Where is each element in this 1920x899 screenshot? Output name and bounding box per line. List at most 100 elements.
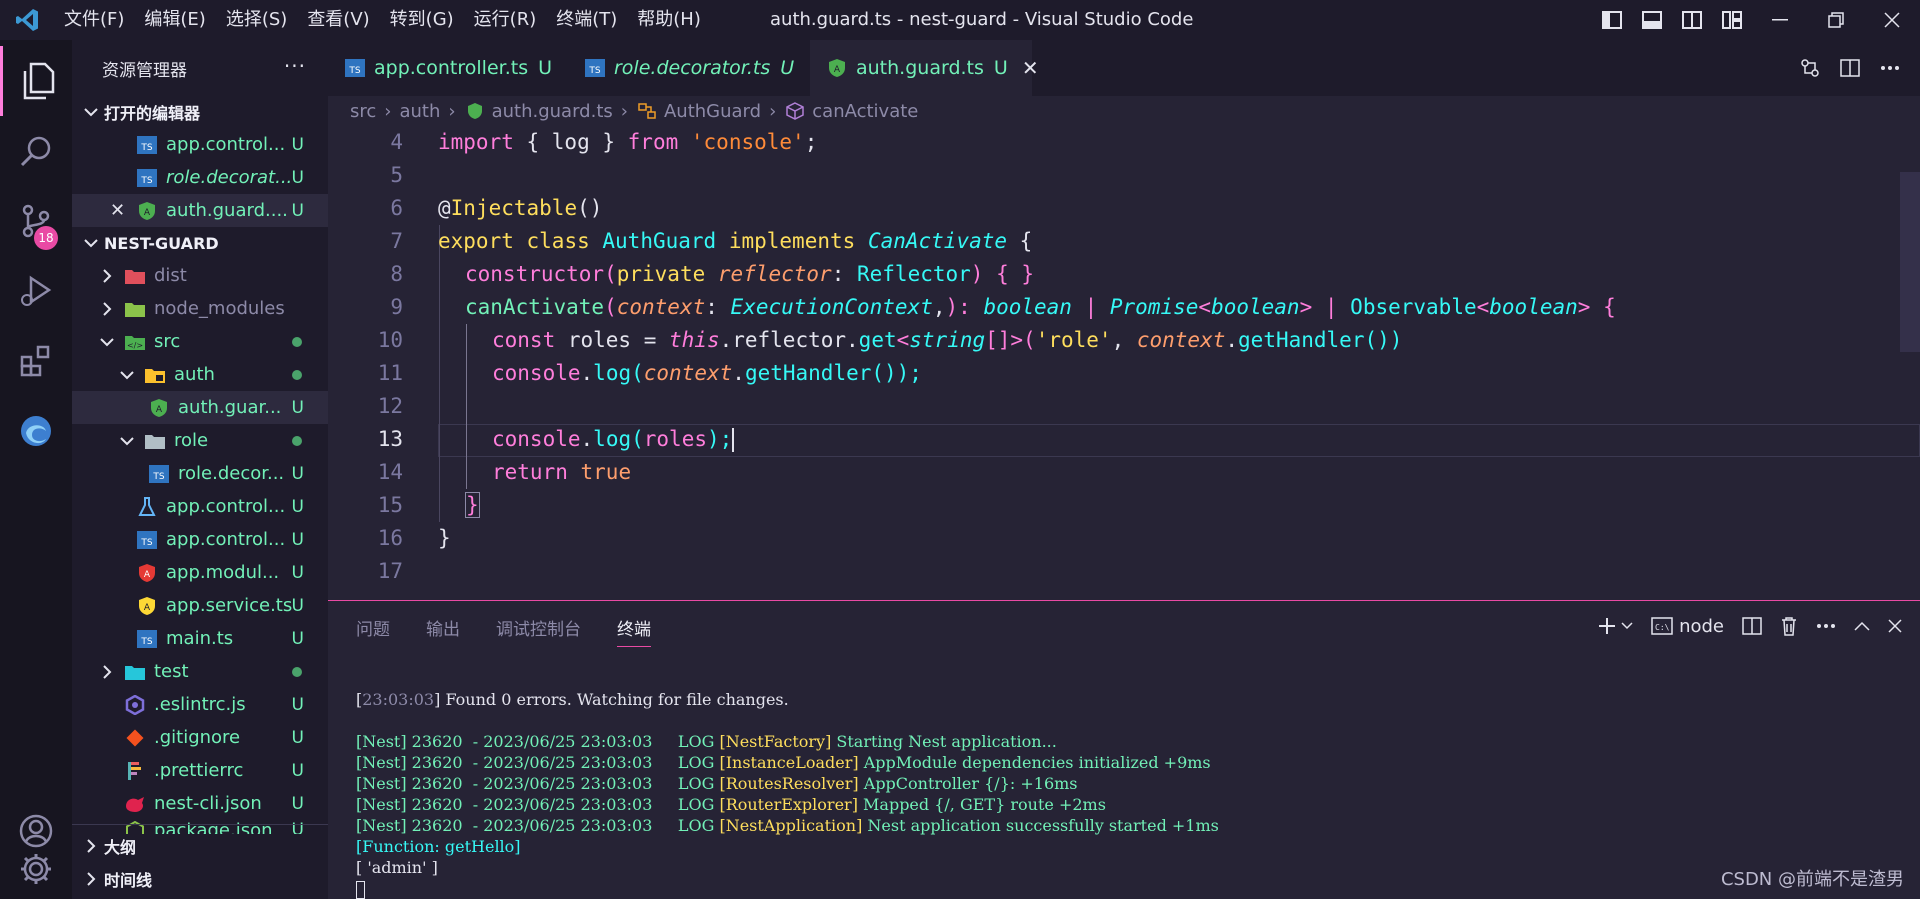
split-terminal-icon[interactable] xyxy=(1742,617,1762,635)
tree-file-app-controller[interactable]: TS app.control... U xyxy=(72,523,328,556)
terminal-line: [23:03:03] Found 0 errors. Watching for … xyxy=(356,690,789,709)
open-editor-item[interactable]: TS app.control... U xyxy=(72,128,328,161)
line-number: 8 xyxy=(390,262,403,286)
extensions-icon[interactable] xyxy=(0,326,72,396)
outline-section[interactable]: 大纲 xyxy=(72,830,328,862)
tree-file-app-controller-spec[interactable]: app.control... U xyxy=(72,490,328,523)
open-changes-icon[interactable] xyxy=(1790,48,1830,88)
tree-item-name: src xyxy=(154,331,181,352)
tree-file-app-module[interactable]: A app.modul... U xyxy=(72,556,328,589)
toggle-primary-sidebar-icon[interactable] xyxy=(1592,0,1632,40)
terminal-panel: 问题 输出 调试控制台 终端 C:\ node [23:03:03] Found… xyxy=(328,600,1920,899)
breadcrumb-method[interactable]: canActivate xyxy=(812,101,918,122)
menu-help[interactable]: 帮助(H) xyxy=(627,0,711,40)
customize-layout-icon[interactable] xyxy=(1712,0,1752,40)
tab-terminal[interactable]: 终端 xyxy=(617,615,651,647)
explorer-icon[interactable] xyxy=(0,46,72,116)
more-actions-icon[interactable] xyxy=(1870,48,1910,88)
title-bar: 文件(F) 编辑(E) 选择(S) 查看(V) 转到(G) 运行(R) 终端(T… xyxy=(0,0,1920,40)
tab-close-icon[interactable]: ✕ xyxy=(1022,56,1039,80)
tree-file-role-decorator[interactable]: TS role.decor... U xyxy=(72,457,328,490)
terminal-prompt xyxy=(356,878,1219,899)
chevron-down-icon[interactable] xyxy=(1621,622,1633,630)
git-status: U xyxy=(291,595,304,616)
menu-go[interactable]: 转到(G) xyxy=(380,0,464,40)
timeline-title: 时间线 xyxy=(104,871,153,890)
svg-text:TS: TS xyxy=(140,538,152,548)
tab-output[interactable]: 输出 xyxy=(426,615,460,647)
tree-file-nest-cli[interactable]: nest-cli.json U xyxy=(72,787,328,820)
breadcrumb-file[interactable]: auth.guard.ts xyxy=(492,101,613,122)
tab-problems[interactable]: 问题 xyxy=(356,615,390,647)
edge-devtools-icon[interactable] xyxy=(0,396,72,466)
open-editors-section[interactable]: 打开的编辑器 xyxy=(72,96,328,128)
maximize-panel-icon[interactable] xyxy=(1854,621,1870,631)
run-debug-icon[interactable] xyxy=(0,256,72,326)
menu-file[interactable]: 文件(F) xyxy=(54,0,134,40)
menu-run[interactable]: 运行(R) xyxy=(464,0,547,40)
menu-terminal[interactable]: 终端(T) xyxy=(546,0,627,40)
tab-status: U xyxy=(780,57,795,79)
explorer-more-actions[interactable]: ··· xyxy=(284,54,306,78)
more-panel-actions-icon[interactable] xyxy=(1816,623,1836,629)
tab-role-decorator[interactable]: TS role.decorator.ts U xyxy=(568,40,810,96)
new-terminal-icon[interactable] xyxy=(1597,616,1617,636)
menu-selection[interactable]: 选择(S) xyxy=(216,0,297,40)
kill-terminal-icon[interactable] xyxy=(1780,616,1798,636)
tree-folder-node-modules[interactable]: node_modules xyxy=(72,292,328,325)
git-status: U xyxy=(291,793,304,814)
timeline-section[interactable]: 时间线 xyxy=(72,863,328,895)
close-panel-icon[interactable] xyxy=(1888,619,1902,633)
editor-scrollbar[interactable] xyxy=(1900,172,1920,352)
tree-file-app-service[interactable]: A app.service.ts U xyxy=(72,589,328,622)
terminal-line: [Nest] 23620 - 2023/06/25 23:03:03 LOG [… xyxy=(356,753,1211,772)
tab-app-controller[interactable]: TS app.controller.ts U xyxy=(328,40,568,96)
tree-item-name: auth xyxy=(174,364,215,385)
source-control-icon[interactable]: 18 xyxy=(0,186,72,256)
tree-folder-test[interactable]: test xyxy=(72,655,328,688)
tree-file-prettierrc[interactable]: .prettierrc U xyxy=(72,754,328,787)
tree-item-name: role.decor... xyxy=(178,463,285,484)
project-section[interactable]: NEST-GUARD xyxy=(72,227,328,259)
minimize-icon[interactable] xyxy=(1752,0,1808,40)
menu-view[interactable]: 查看(V) xyxy=(297,0,379,40)
search-icon[interactable] xyxy=(0,116,72,186)
tab-debug-console[interactable]: 调试控制台 xyxy=(496,615,581,647)
panel-actions: C:\ node xyxy=(1579,611,1902,641)
menu-edit[interactable]: 编辑(E) xyxy=(134,0,215,40)
indent-guide xyxy=(439,225,440,522)
svg-text:TS: TS xyxy=(140,176,152,186)
breadcrumb-src[interactable]: src xyxy=(350,101,376,122)
tree-folder-src[interactable]: </> src xyxy=(72,325,328,358)
toggle-panel-icon[interactable] xyxy=(1632,0,1672,40)
code-editor[interactable]: 4 5 6 7 8 9 10 11 12 13 14 15 16 17 impo… xyxy=(328,126,1920,600)
module-file-icon: A xyxy=(136,562,158,584)
settings-gear-icon[interactable] xyxy=(0,834,72,899)
open-editor-item[interactable]: TS role.decorat... U xyxy=(72,161,328,194)
tree-file-auth-guard[interactable]: A auth.guar... U xyxy=(72,391,328,424)
tab-auth-guard[interactable]: A auth.guard.ts U ✕ xyxy=(810,40,1039,96)
code-line-13: console.log(roles); xyxy=(492,427,735,452)
svg-text:TS: TS xyxy=(140,637,152,647)
tree-item-name: app.service.ts xyxy=(166,595,293,616)
tree-folder-auth[interactable]: auth xyxy=(72,358,328,391)
breadcrumb-class[interactable]: AuthGuard xyxy=(664,101,761,122)
tree-file-eslintrc[interactable]: .eslintrc.js U xyxy=(72,688,328,721)
tree-item-name: app.modul... xyxy=(166,562,280,583)
restore-icon[interactable] xyxy=(1808,0,1864,40)
terminal-output[interactable]: [23:03:03] Found 0 errors. Watching for … xyxy=(356,689,1219,899)
terminal-instance[interactable]: C:\ node xyxy=(1651,616,1724,637)
split-editor-icon[interactable] xyxy=(1830,48,1870,88)
tree-folder-role[interactable]: role xyxy=(72,424,328,457)
close-window-icon[interactable] xyxy=(1864,0,1920,40)
toggle-secondary-sidebar-icon[interactable] xyxy=(1672,0,1712,40)
tree-file-gitignore[interactable]: .gitignore U xyxy=(72,721,328,754)
tree-folder-dist[interactable]: dist xyxy=(72,259,328,292)
git-file-icon xyxy=(124,727,146,749)
terminal-line-function: [Function: getHello] xyxy=(356,837,521,856)
tree-item-name: app.control... xyxy=(166,496,286,517)
close-editor-icon[interactable]: ✕ xyxy=(110,200,136,221)
breadcrumb-auth[interactable]: auth xyxy=(399,101,440,122)
open-editor-item-active[interactable]: ✕ A auth.guard.... U xyxy=(72,194,328,227)
tree-file-main[interactable]: TS main.ts U xyxy=(72,622,328,655)
